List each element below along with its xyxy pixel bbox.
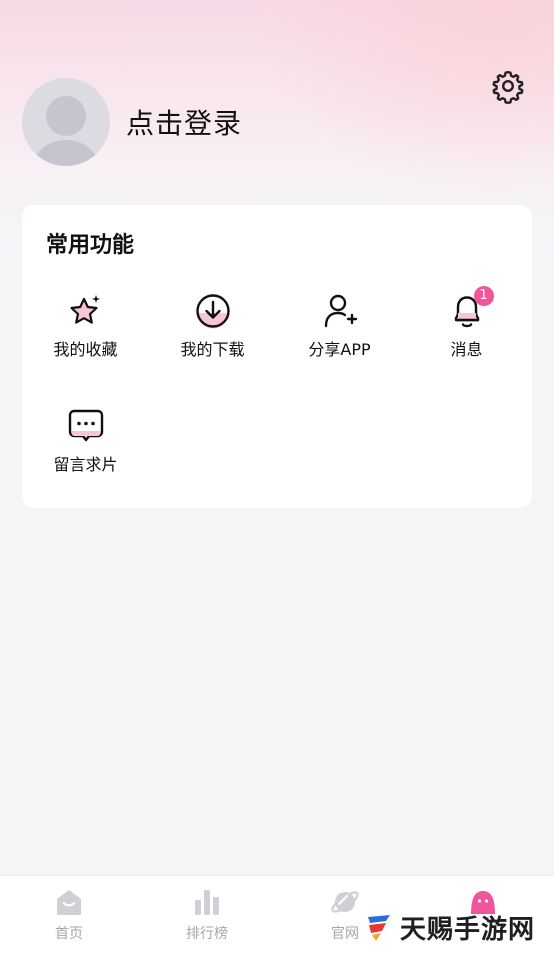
tab-label: 排行榜 [186, 926, 228, 942]
download-icon [193, 291, 233, 331]
function-share-app[interactable]: 分享APP [276, 291, 403, 361]
bell-icon: 1 [447, 286, 494, 331]
login-link[interactable]: 点击登录 [126, 104, 242, 144]
chat-bubble-icon [66, 406, 106, 446]
tab-ranking[interactable]: 排行榜 [138, 876, 276, 944]
function-label: 消息 [450, 340, 483, 359]
function-label: 我的收藏 [53, 340, 118, 359]
watermark: 天赐手游网 [364, 906, 550, 948]
unread-badge: 1 [473, 286, 494, 306]
avatar[interactable] [22, 78, 110, 166]
home-icon [53, 886, 85, 918]
add-user-icon [320, 291, 360, 331]
tab-home[interactable]: 首页 [0, 876, 138, 944]
function-downloads[interactable]: 我的下载 [149, 291, 276, 361]
function-favorites[interactable]: 我的收藏 [22, 291, 149, 361]
function-messages[interactable]: 1 消息 [403, 286, 530, 361]
watermark-logo-icon [368, 915, 390, 941]
avatar-head [46, 96, 86, 136]
tab-label: 首页 [55, 926, 83, 942]
function-label: 我的下载 [180, 340, 245, 359]
card-title: 常用功能 [46, 233, 135, 258]
ranking-icon [191, 886, 223, 918]
function-request-movie[interactable]: 留言求片 [22, 406, 149, 476]
avatar-body [34, 140, 98, 166]
function-label: 留言求片 [53, 455, 118, 474]
common-functions-card: 常用功能 我的收藏 我的下载 分享APP 1 消息 留言求片 [22, 205, 532, 508]
watermark-text: 天赐手游网 [400, 914, 536, 945]
gear-icon[interactable] [490, 68, 526, 104]
function-label: 分享APP [308, 340, 371, 359]
star-sparkle-icon [66, 291, 106, 331]
planet-icon [329, 886, 361, 918]
